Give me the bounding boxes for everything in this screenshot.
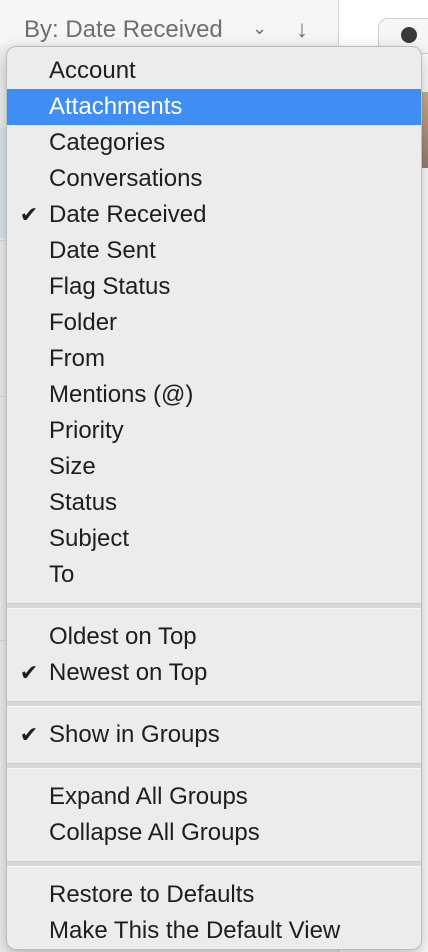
menu-item-label: Date Sent (49, 237, 156, 264)
menu-item-show-in-groups[interactable]: ✔ Show in Groups (7, 717, 421, 753)
checkmark-icon: ✔ (19, 202, 39, 227)
menu-item-collapse-all-groups[interactable]: Collapse All Groups (7, 815, 421, 851)
menu-item-restore-to-defaults[interactable]: Restore to Defaults (7, 877, 421, 913)
menu-item-label: Collapse All Groups (49, 819, 260, 846)
menu-item-label: Restore to Defaults (49, 881, 255, 908)
menu-item-label: To (49, 561, 75, 588)
menu-item-categories[interactable]: Categories (7, 125, 421, 161)
menu-separator (7, 701, 421, 707)
menu-item-label: Attachments (49, 93, 183, 120)
menu-item-priority[interactable]: Priority (7, 413, 421, 449)
menu-item-status[interactable]: Status (7, 485, 421, 521)
checkmark-icon: ✔ (19, 722, 39, 747)
menu-item-date-sent[interactable]: Date Sent (7, 233, 421, 269)
chat-bubble-icon (401, 27, 417, 43)
menu-item-label: Subject (49, 525, 130, 552)
menu-item-from[interactable]: From (7, 341, 421, 377)
menu-item-mentions[interactable]: Mentions (@) (7, 377, 421, 413)
app-window: By: Date Received ⌄ ↓ Account Attachments… (0, 0, 428, 952)
menu-item-expand-all-groups[interactable]: Expand All Groups (7, 779, 421, 815)
menu-separator (7, 763, 421, 769)
menu-item-flag-status[interactable]: Flag Status (7, 269, 421, 305)
menu-item-newest-on-top[interactable]: ✔ Newest on Top (7, 655, 421, 691)
menu-item-label: From (49, 345, 105, 372)
menu-item-label: Mentions (@) (49, 381, 194, 408)
chevron-down-icon[interactable]: ⌄ (252, 18, 267, 39)
sort-button-label[interactable]: By: Date Received (24, 18, 223, 42)
menu-item-label: Priority (49, 417, 124, 444)
menu-item-conversations[interactable]: Conversations (7, 161, 421, 197)
menu-separator (7, 603, 421, 609)
menu-item-label: Conversations (49, 165, 203, 192)
menu-item-oldest-on-top[interactable]: Oldest on Top (7, 619, 421, 655)
menu-item-attachments[interactable]: Attachments (7, 89, 421, 125)
menu-item-label: Flag Status (49, 273, 171, 300)
arrow-down-icon[interactable]: ↓ (296, 16, 308, 44)
menu-item-label: Account (49, 57, 136, 84)
menu-separator (7, 861, 421, 867)
menu-item-label: Categories (49, 129, 166, 156)
menu-item-label: Date Received (49, 201, 207, 228)
menu-item-date-received[interactable]: ✔ Date Received (7, 197, 421, 233)
menu-item-size[interactable]: Size (7, 449, 421, 485)
menu-item-label: Show in Groups (49, 721, 220, 748)
checkmark-icon: ✔ (19, 660, 39, 685)
menu-item-account[interactable]: Account (7, 53, 421, 89)
menu-item-label: Newest on Top (49, 659, 208, 686)
sort-menu: Account Attachments Categories Conversation… (6, 46, 422, 950)
menu-item-label: Expand All Groups (49, 783, 248, 810)
menu-item-to[interactable]: To (7, 557, 421, 593)
menu-item-label: Make This the Default View (49, 917, 341, 944)
menu-item-make-this-the-default-view[interactable]: Make This the Default View (7, 913, 421, 949)
menu-item-label: Oldest on Top (49, 623, 197, 650)
menu-item-subject[interactable]: Subject (7, 521, 421, 557)
menu-item-label: Size (49, 453, 96, 480)
menu-item-folder[interactable]: Folder (7, 305, 421, 341)
menu-item-label: Folder (49, 309, 118, 336)
menu-item-label: Status (49, 489, 118, 516)
